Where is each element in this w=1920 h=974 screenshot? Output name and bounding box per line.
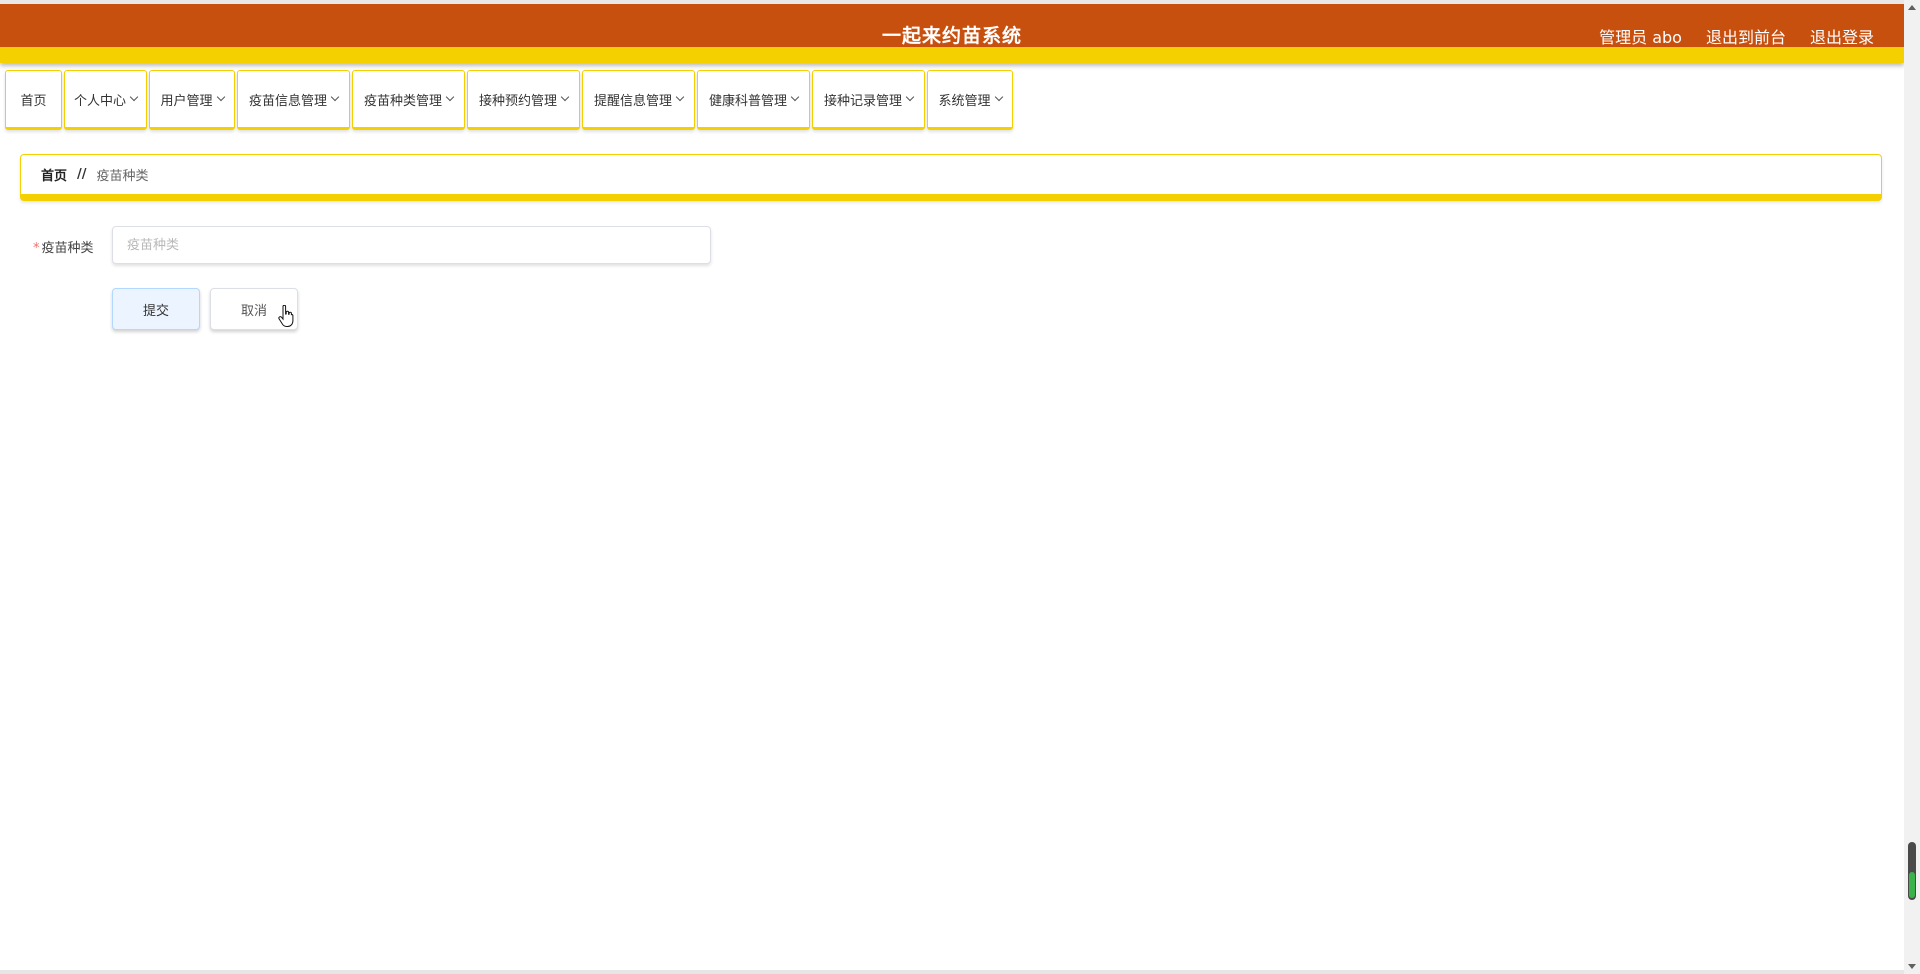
nav-item-label: 接种记录管理 bbox=[824, 90, 902, 109]
nav-item-system-management[interactable]: 系统管理 bbox=[927, 70, 1013, 130]
nav-item-personal-center[interactable]: 个人中心 bbox=[64, 70, 147, 130]
vertical-scrollbar[interactable] bbox=[1904, 0, 1920, 974]
vaccine-type-label: *疫苗种类 bbox=[33, 237, 94, 256]
hand-cursor-icon bbox=[278, 305, 294, 327]
chevron-down-icon bbox=[216, 93, 224, 101]
breadcrumb-separator: // bbox=[77, 167, 87, 182]
nav-item-label: 个人中心 bbox=[74, 90, 126, 109]
nav-item-appointment-management[interactable]: 接种预约管理 bbox=[467, 70, 580, 130]
submit-button-label: 提交 bbox=[143, 300, 169, 319]
nav-item-user-management[interactable]: 用户管理 bbox=[149, 70, 235, 130]
scrollbar-thumb-indicator bbox=[1909, 872, 1915, 898]
required-mark: * bbox=[33, 241, 40, 256]
chevron-down-icon bbox=[994, 93, 1002, 101]
header-links: 管理员 abo 退出到前台 退出登录 bbox=[1599, 24, 1874, 48]
nav-item-label: 健康科普管理 bbox=[709, 90, 787, 109]
nav-item-label: 用户管理 bbox=[160, 90, 212, 109]
exit-to-frontend-link[interactable]: 退出到前台 bbox=[1706, 24, 1786, 48]
header-accent-band bbox=[0, 47, 1904, 63]
chevron-down-icon bbox=[791, 93, 799, 101]
chevron-down-icon bbox=[676, 93, 684, 101]
nav-item-label: 疫苗种类管理 bbox=[364, 90, 442, 109]
logout-link[interactable]: 退出登录 bbox=[1810, 24, 1874, 48]
nav-item-label: 提醒信息管理 bbox=[594, 90, 672, 109]
breadcrumb-home-link[interactable]: 首页 bbox=[41, 165, 67, 184]
chevron-down-icon bbox=[561, 93, 569, 101]
main-nav: 首页 个人中心 用户管理 疫苗信息管理 疫苗种类管理 接种预约管理 提醒信息管理… bbox=[5, 70, 1013, 130]
breadcrumb-current: 疫苗种类 bbox=[97, 165, 149, 184]
nav-item-label: 系统管理 bbox=[938, 90, 990, 109]
chevron-down-icon bbox=[446, 93, 454, 101]
nav-item-label: 疫苗信息管理 bbox=[249, 90, 327, 109]
nav-item-vaccine-type-management[interactable]: 疫苗种类管理 bbox=[352, 70, 465, 130]
nav-item-home[interactable]: 首页 bbox=[5, 70, 62, 130]
chevron-down-icon bbox=[331, 93, 339, 101]
vaccine-type-input[interactable] bbox=[112, 226, 711, 264]
nav-item-vaccination-record-management[interactable]: 接种记录管理 bbox=[812, 70, 925, 130]
submit-button[interactable]: 提交 bbox=[112, 288, 200, 330]
scroll-up-arrow-icon[interactable] bbox=[1908, 5, 1916, 10]
admin-user-label[interactable]: 管理员 abo bbox=[1599, 24, 1682, 48]
nav-item-vaccine-info-management[interactable]: 疫苗信息管理 bbox=[237, 70, 350, 130]
vaccine-type-label-text: 疫苗种类 bbox=[42, 241, 94, 256]
chevron-down-icon bbox=[130, 93, 138, 101]
breadcrumb: 首页 // 疫苗种类 bbox=[20, 154, 1882, 201]
nav-item-health-education-management[interactable]: 健康科普管理 bbox=[697, 70, 810, 130]
nav-item-label: 首页 bbox=[20, 90, 46, 109]
window-bottom-strip bbox=[0, 970, 1904, 974]
chevron-down-icon bbox=[906, 93, 914, 101]
cancel-button-label: 取消 bbox=[241, 300, 267, 319]
nav-item-label: 接种预约管理 bbox=[479, 90, 557, 109]
scroll-down-arrow-icon[interactable] bbox=[1908, 964, 1916, 969]
nav-item-reminder-management[interactable]: 提醒信息管理 bbox=[582, 70, 695, 130]
